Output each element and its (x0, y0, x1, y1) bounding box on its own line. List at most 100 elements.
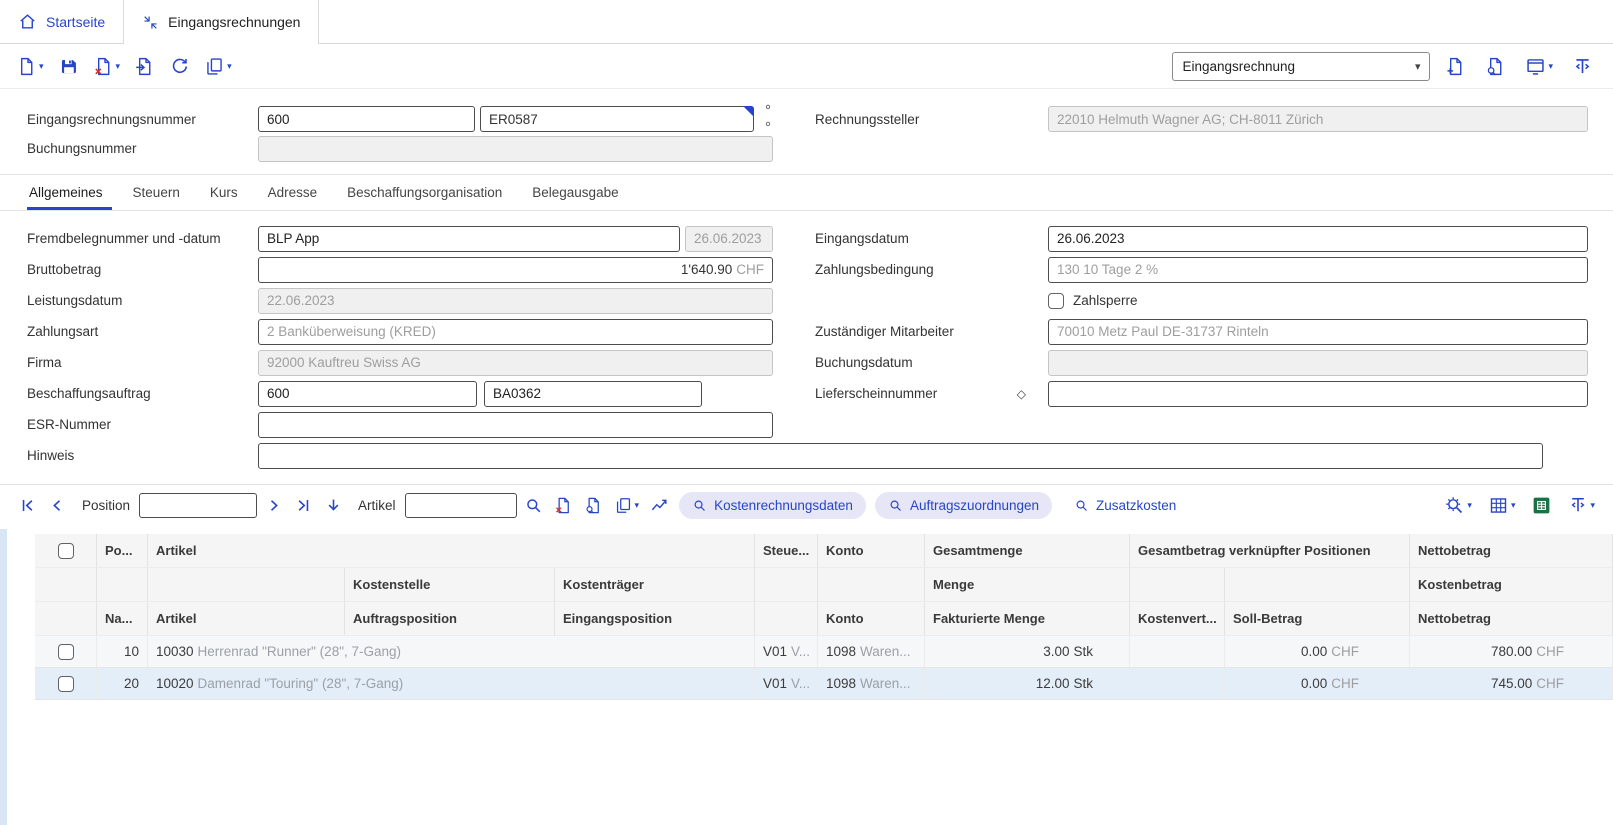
window-layout-button[interactable]: ▾ (1521, 53, 1557, 80)
col-kostenstelle: Kostenstelle (345, 568, 555, 602)
esr-input[interactable] (258, 411, 773, 438)
zusatzkosten-button[interactable]: Zusatzkosten (1061, 492, 1189, 519)
col-soll-betrag: Soll-Betrag (1225, 602, 1410, 636)
row-checkbox[interactable] (57, 643, 74, 660)
beschaffungsauftrag-code-input[interactable] (484, 380, 702, 407)
lieferschein-input[interactable] (1048, 380, 1588, 407)
grid-icon (1488, 495, 1509, 516)
tab-allgemeines[interactable]: Allgemeines (27, 175, 118, 210)
fremdbelegnummer-input[interactable] (258, 225, 680, 252)
zahlungsbedingung-input[interactable] (1048, 256, 1588, 283)
grid-settings-button[interactable]: ▾ (1484, 493, 1520, 518)
post-document-button[interactable] (130, 53, 159, 80)
new-document-button[interactable]: ▾ (12, 53, 48, 80)
belegcode-field[interactable]: ER0587 (480, 106, 754, 132)
mitarbeiter-input[interactable] (1048, 318, 1588, 345)
delete-document-button[interactable]: ▾ (89, 53, 125, 80)
firma-input (258, 349, 773, 376)
document-plus-icon (1445, 56, 1466, 77)
eingangsdatum-input[interactable] (1048, 225, 1588, 252)
column-filter-button[interactable]: ▾ (1564, 493, 1599, 517)
tab-startseite[interactable]: Startseite (0, 0, 123, 43)
new-document-icon (16, 56, 37, 77)
col-fakturierte-menge: Fakturierte Menge (925, 602, 1130, 636)
hinweis-input[interactable] (258, 442, 1543, 469)
nav-last-icon (294, 496, 313, 515)
bruttobetrag-amount: 1'640.90 (680, 262, 733, 277)
toolbar-left-group: ▾ ▾ ▾ (12, 53, 236, 80)
diamond-icon: ◇ (1016, 386, 1026, 401)
table-row[interactable]: 10 10030 Herrenrad "Runner" (28", 7-Gang… (35, 636, 1613, 668)
bruttobetrag-field[interactable]: 1'640.90 CHF (258, 256, 773, 283)
cell-kostenvert (1130, 636, 1225, 667)
excel-icon (1531, 495, 1552, 516)
zahlsperre-checkbox[interactable] (1048, 292, 1064, 309)
buchungsdatum-label: Buchungsdatum (815, 355, 913, 370)
copy-icon (614, 496, 633, 515)
select-all-checkbox[interactable] (57, 542, 74, 559)
tab-steuern[interactable]: Steuern (118, 175, 195, 210)
zahlungsart-input[interactable] (258, 318, 773, 345)
nav-first-button[interactable] (14, 494, 41, 517)
leistungsdatum-input (258, 287, 773, 314)
positions-toolbar: Position Artikel ▾ Kostenrechnungsdaten … (0, 484, 1613, 525)
fremdbelegdatum-input (685, 225, 773, 252)
nav-next-icon (264, 496, 283, 515)
col-auftragsposition: Auftragsposition (345, 602, 555, 636)
table-header-row-2: Kostenstelle Kostenträger Menge Kostenbe… (35, 568, 1613, 602)
position-label: Position (82, 497, 131, 513)
fit-columns-button[interactable] (1568, 53, 1597, 80)
chevron-down-icon: ▾ (39, 60, 44, 71)
tab-beschaffungsorganisation[interactable]: Beschaffungsorganisation (332, 175, 517, 210)
chart-button[interactable] (646, 494, 673, 517)
delete-position-button[interactable] (550, 494, 577, 517)
tab-kurs[interactable]: Kurs (195, 175, 253, 210)
copy-position-button[interactable]: ▾ (610, 494, 644, 517)
artikel-search-button[interactable] (520, 494, 547, 517)
field-options-icon[interactable]: °° (765, 102, 773, 136)
doc-type-select[interactable]: Eingangsrechnung ▾ (1172, 51, 1431, 81)
copy-document-button[interactable]: ▾ (200, 53, 236, 80)
excel-export-button[interactable] (1527, 493, 1556, 518)
nav-prev-button[interactable] (44, 494, 71, 517)
artikel-search-input[interactable] (404, 492, 517, 518)
preview-position-button[interactable] (580, 494, 607, 517)
home-icon (18, 12, 37, 31)
document-search-icon (584, 496, 603, 515)
save-button[interactable] (54, 53, 83, 80)
buchungsnummer-input (258, 135, 773, 162)
artikel-label: Artikel (358, 497, 396, 513)
nav-next-button[interactable] (260, 494, 287, 517)
row-checkbox[interactable] (57, 675, 74, 692)
kostenrechnungsdaten-button[interactable]: Kostenrechnungsdaten (679, 491, 866, 519)
search-settings-button[interactable]: ▾ (1440, 493, 1476, 518)
cell-soll: 0.00 CHF (1225, 668, 1410, 699)
table-header-row-1: Po... Artikel Steue... Konto Gesamtmenge… (35, 534, 1613, 568)
cell-position: 10 (97, 636, 148, 667)
tab-eingangsrechnungen[interactable]: Eingangsrechnungen (123, 0, 320, 44)
col-artikel-sub: Artikel (148, 602, 345, 636)
col-kostenvert: Kostenvert... (1130, 602, 1225, 636)
buchungsnummer-label: Buchungsnummer (27, 141, 137, 156)
goto-position-button[interactable] (320, 494, 347, 517)
nav-last-button[interactable] (290, 494, 317, 517)
positions-toolbar-right: ▾ ▾ ▾ (1440, 493, 1599, 518)
tab-belegausgabe[interactable]: Belegausgabe (517, 175, 633, 210)
col-gesamtbetrag: Gesamtbetrag verknüpfter Positionen (1130, 534, 1410, 568)
tab-adresse[interactable]: Adresse (253, 175, 333, 210)
col-konto: Konto (818, 534, 925, 568)
cell-netto: 780.00 CHF (1410, 636, 1613, 667)
refresh-button[interactable] (165, 53, 194, 80)
position-input[interactable] (139, 492, 258, 518)
col-artikel: Artikel (148, 534, 755, 568)
col-nettobetrag-sub: Nettobetrag (1410, 602, 1613, 636)
preview-document-button[interactable] (1481, 53, 1510, 80)
auftragszuordnungen-button[interactable]: Auftragszuordnungen (874, 491, 1053, 519)
table-row[interactable]: 20 10020 Damenrad "Touring" (28", 7-Gang… (35, 668, 1613, 700)
new-record-button[interactable] (1441, 53, 1470, 80)
chevron-down-icon: ▾ (1467, 499, 1472, 510)
col-kostenbetrag: Kostenbetrag (1410, 568, 1613, 602)
refresh-icon (169, 56, 190, 77)
eingangsrechnungsnummer-input[interactable] (258, 106, 475, 132)
beschaffungsauftrag-nummer-input[interactable] (258, 380, 477, 407)
